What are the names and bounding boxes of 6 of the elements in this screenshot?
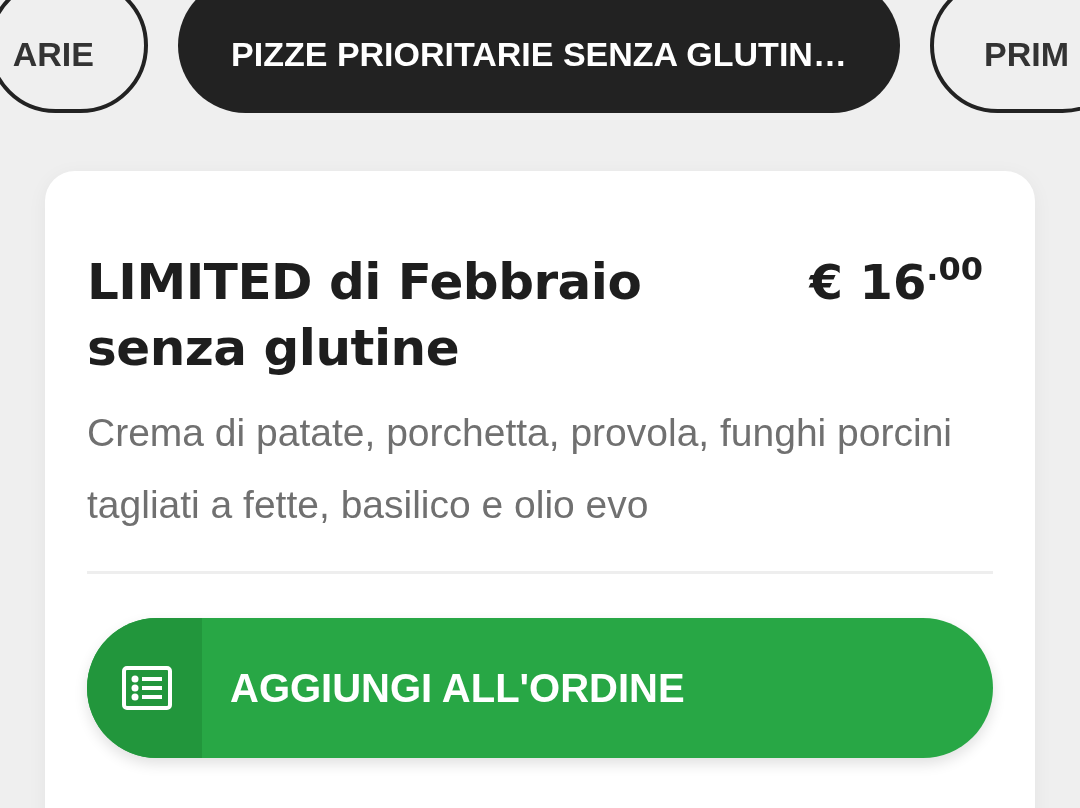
list-icon [122, 666, 172, 710]
category-tab[interactable]: ARIE [0, 0, 148, 113]
category-tab[interactable]: PIZZE PRIORITARIE SENZA GLUTIN… [178, 0, 900, 113]
product-name: LIMITED di Febbraio senza glutine [87, 252, 643, 379]
category-tab[interactable]: PRIM [930, 0, 1080, 113]
product-description: Crema di patate, porchetta, provola, funghi porcini tagliati a fette, basilico e olio evo [87, 410, 953, 528]
